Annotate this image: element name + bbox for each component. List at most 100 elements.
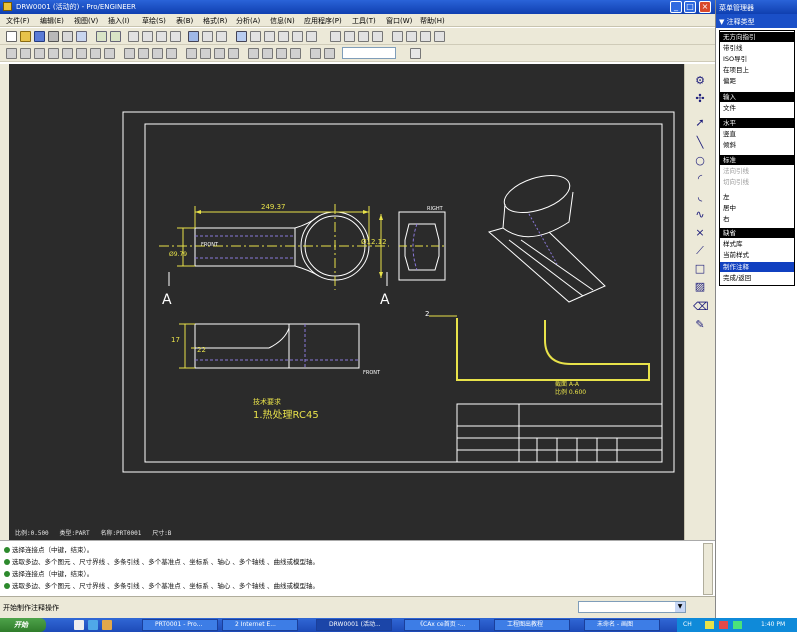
spline-tool-icon[interactable]: ∿ [693,208,707,221]
dimension-icon[interactable] [62,48,73,59]
save-icon[interactable] [34,31,45,42]
datum-axes-icon[interactable] [406,31,417,42]
coord-sys-icon[interactable] [434,31,445,42]
menu-option[interactable]: 当前样式 [720,250,794,260]
select-box-icon[interactable] [216,31,227,42]
paste-special-icon[interactable] [170,31,181,42]
context-help-icon[interactable] [410,48,421,59]
menu-option[interactable]: 文件 [720,103,794,113]
no-hidden-icon[interactable] [358,31,369,42]
pencil-tool-icon[interactable]: ✎ [693,318,707,331]
taskbar-item[interactable]: 未命名 - 画图 [584,619,660,631]
menu-option[interactable]: 竖直 [720,129,794,139]
undo-icon[interactable] [96,31,107,42]
front-view[interactable] [159,204,389,290]
layer-icon[interactable] [186,48,197,59]
dimension-vertical[interactable] [179,323,195,369]
dimension-left[interactable] [177,227,195,267]
right-view[interactable] [398,211,446,281]
menu-analysis[interactable]: 分析(A) [236,16,260,26]
menu-file[interactable]: 文件(F) [6,16,30,26]
format-icon[interactable] [228,48,239,59]
zoom-out-icon[interactable] [278,31,289,42]
done-return-option[interactable]: 完成/返回 [720,273,794,283]
title-block[interactable] [456,403,663,463]
open-icon[interactable] [20,31,31,42]
tech-req-item[interactable]: 1.热处理RC45 [253,408,319,421]
menu-table[interactable]: 表(B) [176,16,193,26]
maximize-button[interactable]: □ [684,1,696,13]
menu-option[interactable]: 输入 [720,92,794,102]
menu-applications[interactable]: 应用程序(P) [304,16,342,26]
delete-icon[interactable] [6,48,17,59]
send-mail-icon[interactable] [62,31,73,42]
regenerate-icon[interactable] [188,31,199,42]
paste-icon[interactable] [156,31,167,42]
sketch-arc-icon[interactable] [262,48,273,59]
note-icon[interactable] [76,48,87,59]
refit-icon[interactable] [292,31,303,42]
dimension-length[interactable] [194,206,370,246]
menu-option[interactable]: 法向引线 [720,166,794,176]
cut-icon[interactable] [128,31,139,42]
section-view-aa[interactable] [429,315,650,381]
symbol-icon[interactable] [152,48,163,59]
menu-option[interactable]: 切向引线 [720,177,794,187]
menu-format[interactable]: 格式(R) [203,16,227,26]
menu-option[interactable]: 无方向指引 [720,32,794,42]
select-arrow-icon[interactable]: ➚ [693,116,707,129]
taskbar-item[interactable]: 工程图出教程 [494,619,570,631]
print-icon[interactable] [48,31,59,42]
hatch-icon[interactable] [166,48,177,59]
ie-icon[interactable] [88,620,98,630]
show-erase-icon[interactable] [34,48,45,59]
menu-option[interactable]: 水平 [720,118,794,128]
tray-icon[interactable] [705,621,714,629]
menu-option[interactable]: 右 [720,214,794,224]
sketch-circle-icon[interactable] [276,48,287,59]
explorer-icon[interactable] [102,620,112,630]
arc-tool-icon[interactable]: ◜ [693,172,707,185]
taskbar-item[interactable]: PRT0001 - Pro... [142,619,218,631]
menu-option[interactable]: 左 [720,192,794,202]
shading-icon[interactable] [372,31,383,42]
tech-req-title[interactable]: 技术要求 [253,397,281,406]
table-icon[interactable] [124,48,135,59]
menu-window[interactable]: 窗口(W) [386,16,412,26]
menu-option[interactable]: 在项目上 [720,65,794,75]
find-icon[interactable] [202,31,213,42]
circle-tool-icon[interactable]: ○ [693,154,707,167]
section-label-left[interactable]: A [162,292,172,308]
menu-edit[interactable]: 编辑(E) [40,16,64,26]
orient-icon[interactable] [250,31,261,42]
rectangle-tool-icon[interactable]: □ [693,262,707,275]
left-sash[interactable] [0,64,9,540]
menu-option[interactable]: 标准 [720,155,794,165]
menu-insert[interactable]: 插入(I) [108,16,130,26]
datum-planes-icon[interactable] [392,31,403,42]
tray-icon[interactable] [719,621,728,629]
isometric-view[interactable] [487,168,606,303]
top-view[interactable] [194,323,360,369]
repaint-icon[interactable] [236,31,247,42]
model-tree-icon[interactable] [200,48,211,59]
hatch-tool-icon[interactable]: ▨ [693,280,707,293]
line-tool-icon[interactable]: ╲ [693,136,707,149]
sketch-fillet-icon[interactable] [290,48,301,59]
menu-option[interactable]: 居中 [720,203,794,213]
close-button[interactable]: × [699,1,711,13]
menu-view[interactable]: 视图(V) [74,16,98,26]
menu-option[interactable]: 样式库 [720,239,794,249]
move-icon[interactable] [20,48,31,59]
menu-tools[interactable]: 工具(T) [352,16,376,26]
drawing-canvas[interactable]: 249.37 Ø12.12 Ø9.79 FRONT A A RIGHT 17 2… [9,64,684,540]
parameters-icon[interactable] [324,48,335,59]
start-button[interactable]: 开始 [0,618,46,632]
new-icon[interactable] [6,31,17,42]
desktop-icon[interactable] [74,620,84,630]
snap-icon[interactable]: ✣ [693,92,707,105]
scale-input[interactable] [342,47,396,59]
fillet-tool-icon[interactable]: ◟ [693,190,707,203]
message-scrollbar[interactable] [703,543,713,595]
datum-points-icon[interactable] [420,31,431,42]
